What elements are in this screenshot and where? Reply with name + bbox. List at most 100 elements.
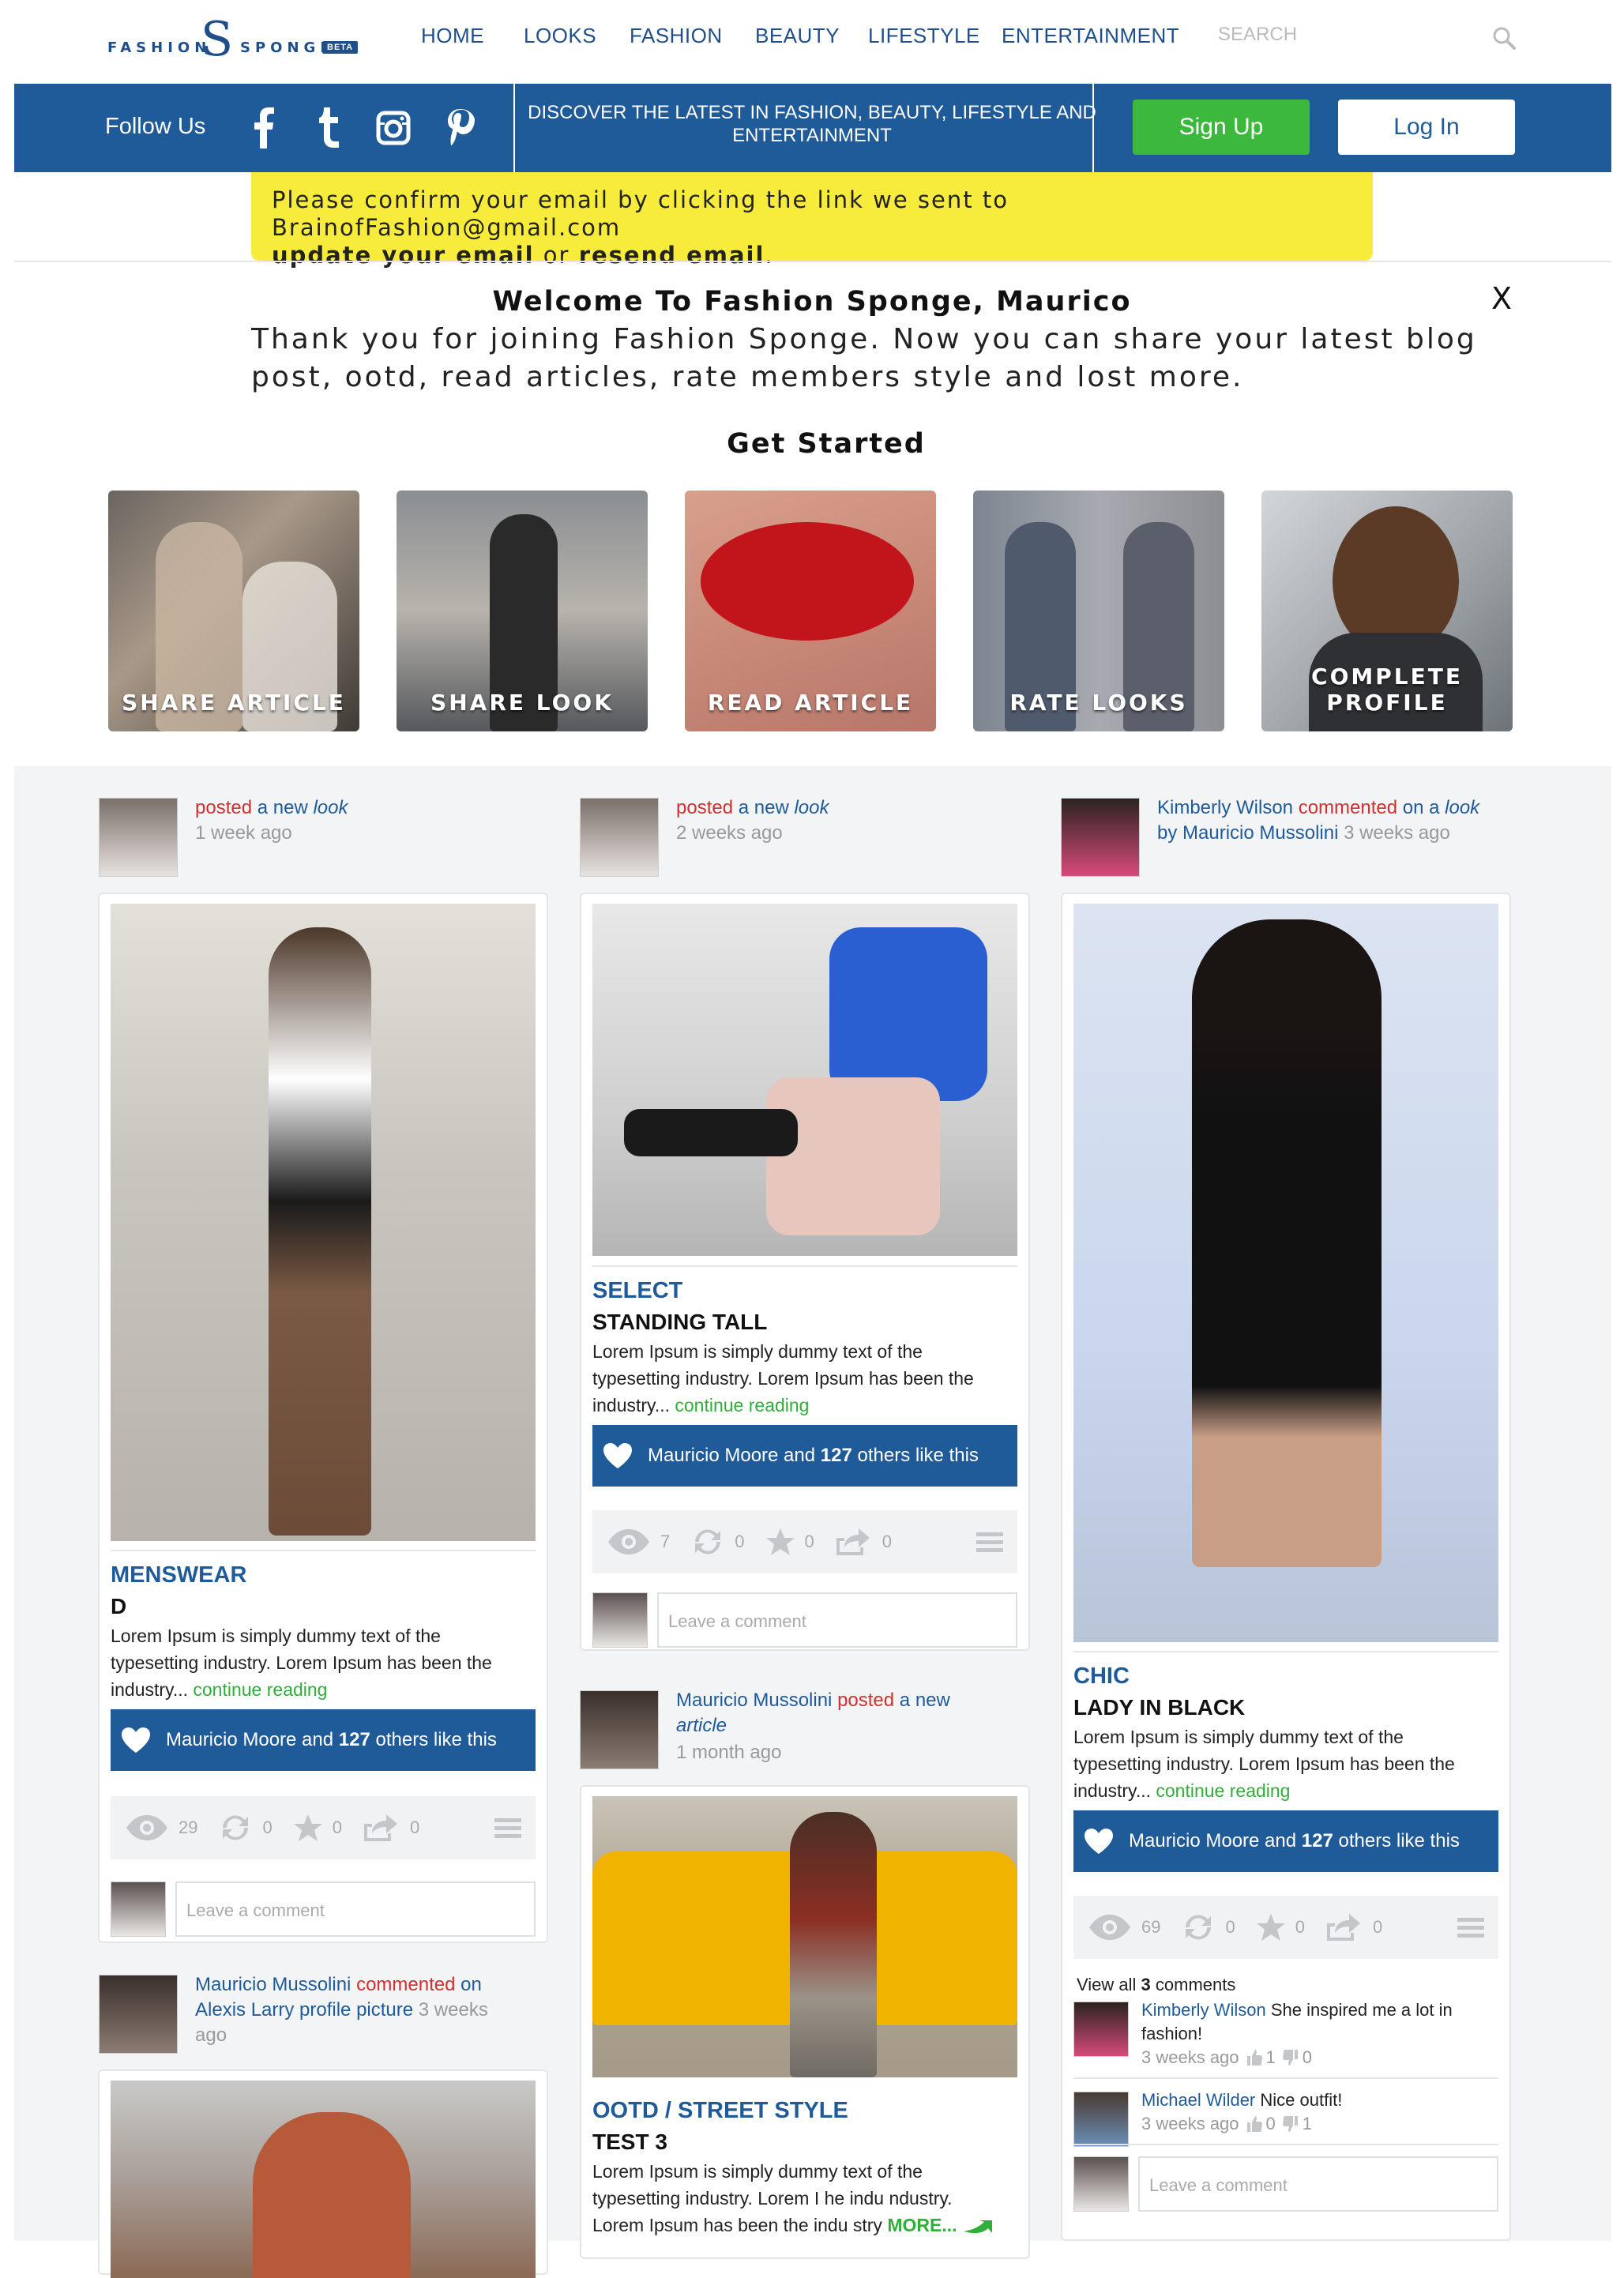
continue-reading-link[interactable]: continue reading	[193, 1679, 327, 1700]
share-count[interactable]: 0	[835, 1527, 892, 1557]
comment-input[interactable]: Leave a comment	[1138, 2156, 1498, 2212]
comment-input[interactable]: Leave a comment	[657, 1592, 1017, 1648]
nav-fashion[interactable]: FASHION	[630, 24, 723, 48]
likes-prefix: Mauricio Moore and	[648, 1445, 816, 1466]
search-icon[interactable]	[1491, 25, 1517, 51]
post-category[interactable]: SELECT	[592, 1278, 682, 1304]
avatar[interactable]	[580, 798, 659, 877]
avatar[interactable]	[1073, 2002, 1129, 2057]
activity-object-link[interactable]: article	[676, 1715, 727, 1736]
post-category[interactable]: OOTD / STREET STYLE	[592, 2098, 848, 2124]
like-bar[interactable]: Mauricio Moore and 127 others like this	[592, 1425, 1017, 1487]
share-look-tile[interactable]: SHARE LOOK	[397, 491, 648, 731]
arrow-right-icon[interactable]	[962, 2217, 994, 2236]
post-image[interactable]	[592, 904, 1017, 1256]
thumbs-down-icon[interactable]	[1282, 2115, 1299, 2133]
view-count[interactable]: 69	[1088, 1913, 1160, 1942]
post-title[interactable]: LADY IN BLACK	[1073, 1695, 1245, 1720]
menu-icon[interactable]	[494, 1816, 521, 1840]
continue-reading-link[interactable]: continue reading	[1156, 1780, 1290, 1801]
tumblr-icon[interactable]	[316, 107, 341, 148]
activity-line: Alexis Larry profile picture 3 weeks	[195, 1997, 488, 2023]
like-bar[interactable]: Mauricio Moore and 127 others like this	[111, 1709, 536, 1771]
search-input[interactable]: SEARCH	[1218, 24, 1297, 46]
share-count[interactable]: 0	[363, 1813, 419, 1843]
avatar[interactable]	[580, 1690, 659, 1769]
repost-count-value: 0	[262, 1818, 273, 1837]
log-in-button[interactable]: Log In	[1338, 100, 1515, 155]
instagram-icon[interactable]	[376, 111, 411, 145]
resend-email-link[interactable]: resend email	[579, 242, 765, 269]
menu-icon[interactable]	[1457, 1915, 1484, 1939]
comment-author-link[interactable]: Michael Wilder	[1141, 2090, 1255, 2110]
author-link[interactable]: by Mauricio Mussolini	[1157, 822, 1338, 844]
star-count[interactable]: 0	[1256, 1913, 1305, 1942]
like-bar[interactable]: Mauricio Moore and 127 others like this	[1073, 1810, 1498, 1872]
user-link[interactable]: Mauricio Mussolini	[676, 1690, 832, 1711]
email-confirm-banner: Please confirm your email by clicking th…	[251, 172, 1373, 269]
thumbs-up-icon[interactable]	[1246, 2115, 1263, 2133]
view-all-comments-link[interactable]: View all 3 comments	[1077, 1975, 1235, 1995]
activity-verb: posted	[195, 797, 253, 818]
activity-object-link[interactable]: look	[1445, 797, 1479, 818]
repost-count[interactable]: 0	[690, 1526, 745, 1558]
sign-up-button[interactable]: Sign Up	[1133, 100, 1310, 155]
view-count[interactable]: 29	[125, 1814, 197, 1842]
nav-beauty[interactable]: BEAUTY	[755, 24, 840, 48]
activity-object-link[interactable]: look	[313, 797, 348, 818]
post-title[interactable]: TEST 3	[592, 2130, 667, 2155]
continue-reading-link[interactable]: continue reading	[675, 1395, 809, 1415]
avatar[interactable]	[99, 1975, 178, 2054]
comment-body-line2: fashion!	[1141, 2024, 1203, 2043]
thumbs-up-icon[interactable]	[1246, 2049, 1263, 2066]
menu-icon[interactable]	[976, 1530, 1003, 1554]
comment-input[interactable]: Leave a comment	[175, 1881, 536, 1937]
update-email-link[interactable]: update your email	[272, 242, 535, 269]
nav-entertainment[interactable]: ENTERTAINMENT	[1002, 24, 1179, 48]
post-title[interactable]: D	[111, 1594, 126, 1619]
avatar[interactable]	[99, 798, 178, 877]
post-title[interactable]: STANDING TALL	[592, 1310, 767, 1335]
nav-home[interactable]: HOME	[421, 24, 484, 48]
avatar[interactable]	[1073, 2092, 1129, 2147]
user-link[interactable]: Kimberly Wilson	[1157, 797, 1293, 818]
thumbs-down-icon[interactable]	[1282, 2049, 1299, 2066]
nav-lifestyle[interactable]: LIFESTYLE	[868, 24, 980, 48]
nav-looks[interactable]: LOOKS	[524, 24, 596, 48]
rate-looks-tile[interactable]: RATE LOOKS	[973, 491, 1224, 731]
upvote-count: 0	[1265, 2114, 1276, 2133]
welcome-text-line2: post, ootd, read articles, rate members …	[251, 361, 1244, 393]
brand-logo[interactable]: FASHION S SPONGE BETA	[107, 11, 360, 74]
repost-icon	[695, 1529, 721, 1554]
target-link[interactable]: Alexis Larry profile picture	[195, 1999, 413, 2021]
post-category[interactable]: CHIC	[1073, 1663, 1130, 1690]
repost-count[interactable]: 0	[1181, 1911, 1235, 1943]
image-figure	[1192, 919, 1382, 1567]
share-article-tile[interactable]: SHARE ARTICLE	[108, 491, 359, 731]
complete-profile-tile[interactable]: COMPLETE PROFILE	[1261, 491, 1513, 731]
star-count[interactable]: 0	[293, 1814, 342, 1842]
post-image[interactable]	[592, 1796, 1017, 2077]
pinterest-icon[interactable]	[445, 107, 476, 148]
image-figure	[253, 2112, 411, 2278]
post-image[interactable]	[111, 2081, 536, 2278]
post-image[interactable]	[111, 904, 536, 1541]
comment-text: Michael Wilder Nice outfit!	[1141, 2088, 1342, 2112]
post-excerpt-line3: Lorem Ipsum has been the indu stry MORE.…	[592, 2212, 994, 2239]
star-count[interactable]: 0	[765, 1528, 814, 1556]
close-icon[interactable]: X	[1491, 281, 1512, 316]
facebook-icon[interactable]	[251, 107, 275, 148]
user-link[interactable]: Mauricio Mussolini	[195, 1974, 351, 1995]
more-link[interactable]: MORE...	[887, 2215, 957, 2235]
view-count[interactable]: 7	[607, 1528, 670, 1556]
comment-author-link[interactable]: Kimberly Wilson	[1141, 2000, 1266, 2020]
activity-object-link[interactable]: look	[794, 797, 829, 818]
post-category[interactable]: MENSWEAR	[111, 1562, 246, 1588]
read-article-tile[interactable]: READ ARTICLE	[685, 491, 936, 731]
share-count[interactable]: 0	[1325, 1912, 1382, 1942]
downvote-count: 1	[1302, 2114, 1313, 2133]
avatar[interactable]	[1061, 798, 1140, 877]
or-text: or	[543, 242, 570, 269]
repost-count[interactable]: 0	[218, 1812, 273, 1844]
post-image[interactable]	[1073, 904, 1498, 1642]
